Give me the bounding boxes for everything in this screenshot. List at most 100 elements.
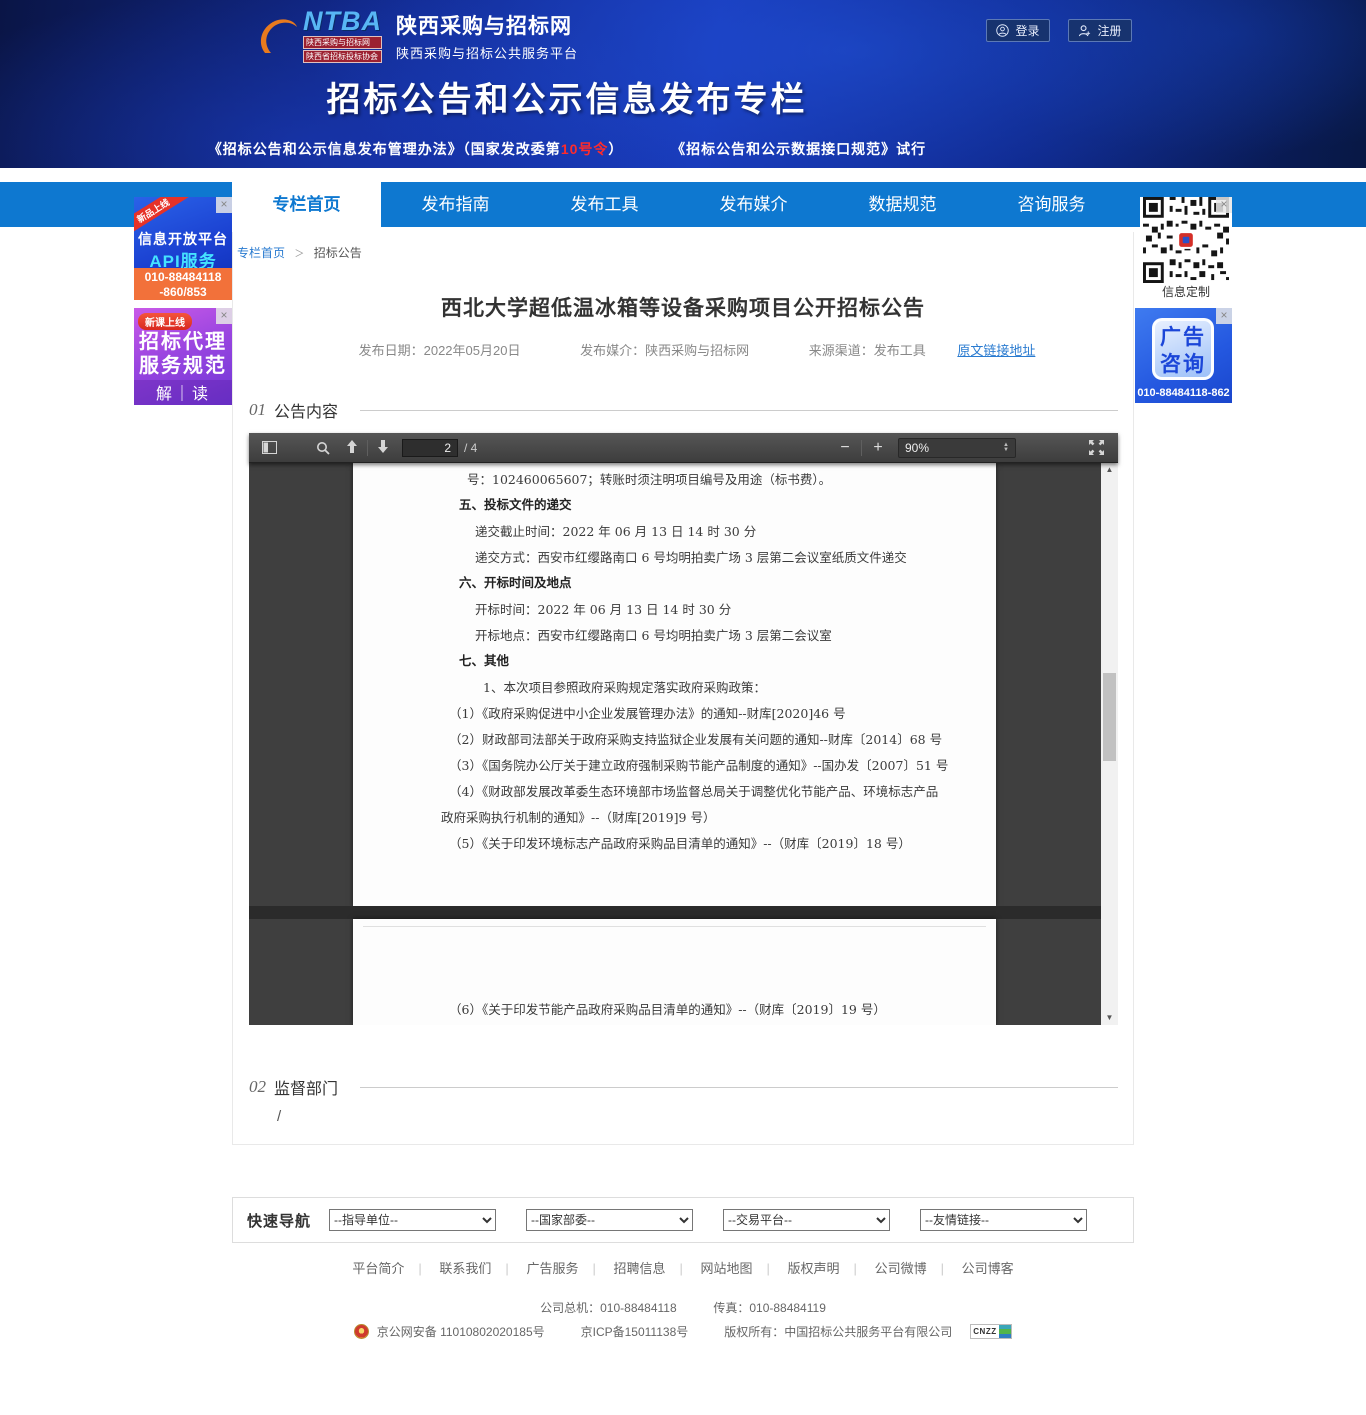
select-caret-icon: ▲▼ <box>1003 443 1009 453</box>
page-down-icon[interactable] <box>372 440 394 456</box>
pdf-page-2: 号：102460065607；转账时须注明项目编号及用途（标书费）。 五、投标文… <box>353 463 996 906</box>
login-button[interactable]: 登录 <box>986 19 1050 42</box>
logo-badges: 陕西采购与招标网 陕西省招标投标协会 <box>303 36 382 63</box>
ad-agency-course[interactable]: × 新课上线 招标代理服务规范 解｜读 <box>134 308 232 405</box>
tab-column-home[interactable]: 专栏首页 <box>232 182 381 232</box>
footer-links: 平台简介 联系我们 广告服务 招聘信息 网站地图 版权声明 公司微博 公司博客 <box>0 1258 1366 1277</box>
section-number: 01 <box>249 400 266 420</box>
page-up-icon[interactable] <box>341 440 363 456</box>
logo-swoosh-icon <box>255 13 301 59</box>
pdf-page-2-text: 号：102460065607；转账时须注明项目编号及用途（标书费）。 五、投标文… <box>353 463 996 854</box>
breadcrumb-home-link[interactable]: 专栏首页 <box>237 246 285 260</box>
section-rule <box>360 1087 1118 1088</box>
site-logo[interactable]: NTBA 陕西采购与招标网 陕西省招标投标协会 陕西采购与招标网 陕西采购与招标… <box>255 8 578 63</box>
pdf-page-3-text: （6）《关于印发节能产品政府采购品目清单的通知》--（财库〔2019〕19 号） <box>353 927 996 1020</box>
footer-link-copyright[interactable]: 版权声明 <box>788 1261 871 1276</box>
footer-link-blog[interactable]: 公司博客 <box>962 1261 1014 1276</box>
section-title: 公告内容 <box>274 398 338 422</box>
notice-regulation-1: 《招标公告和公示信息发布管理办法》（国家发改委第10号令） <box>208 141 624 157</box>
ad-advertising-consult[interactable]: × 广告咨询 010-88484118-862 <box>1135 308 1232 403</box>
select-trading-platforms[interactable]: --交易平台-- <box>723 1209 890 1231</box>
article-meta: 发布日期：2022年05月20日 发布媒介：陕西采购与招标网 来源渠道：发布工具… <box>233 340 1133 359</box>
sidebar-toggle-icon[interactable] <box>257 437 281 459</box>
close-icon[interactable]: × <box>216 197 232 213</box>
footer-link-weibo[interactable]: 公司微博 <box>875 1261 958 1276</box>
footer-copyright-owner: 版权所有：中国招标公共服务平台有限公司 <box>724 1323 952 1340</box>
tab-publish-media[interactable]: 发布媒介 <box>679 182 828 227</box>
tab-data-standards[interactable]: 数据规范 <box>828 182 977 227</box>
site-subtitle: 陕西采购与招标公共服务平台 <box>396 43 578 62</box>
footer-link-contact[interactable]: 联系我们 <box>439 1261 522 1276</box>
notice-highlight: 10号令 <box>561 141 609 157</box>
footer-contact-line: 公司总机：010-88484118 传真：010-88484119 <box>0 1299 1366 1316</box>
meta-publish-media: 发布媒介：陕西采购与招标网 <box>580 343 749 358</box>
search-icon[interactable] <box>311 437 335 459</box>
select-ministries[interactable]: --国家部委-- <box>526 1209 693 1231</box>
quick-nav-label: 快速导航 <box>247 1210 311 1231</box>
breadcrumb-current: 招标公告 <box>314 246 362 260</box>
section-title: 监督部门 <box>274 1075 338 1099</box>
section-announcement-header: 01 公告内容 <box>249 398 1118 422</box>
hero-notices: 《招标公告和公示信息发布管理办法》（国家发改委第10号令） 《招标公告和公示数据… <box>0 139 1134 159</box>
breadcrumb: 专栏首页 ＞ 招标公告 <box>237 244 362 261</box>
zoom-controls: − + 90% ▲▼ <box>833 438 1024 458</box>
toolbar-divider <box>861 440 862 456</box>
ad-course-badge: 新课上线 <box>138 313 192 330</box>
footer-fax: 传真：010-88484119 <box>713 1301 826 1315</box>
pdf-scrollbar[interactable]: ▲ ▼ <box>1101 463 1118 1025</box>
zoom-level-select[interactable]: 90% ▲▼ <box>898 438 1016 458</box>
qr-caption: 信息定制 <box>1140 283 1232 300</box>
meta-publish-date: 发布日期：2022年05月20日 <box>359 343 521 358</box>
toolbar-divider <box>367 440 368 456</box>
fullscreen-icon[interactable] <box>1084 437 1108 459</box>
close-icon[interactable]: × <box>1216 308 1232 324</box>
original-link[interactable]: 原文链接地址 <box>957 343 1035 358</box>
section-number: 02 <box>249 1077 266 1097</box>
register-label: 注册 <box>1097 22 1121 39</box>
zoom-out-icon[interactable]: − <box>833 439 857 457</box>
zoom-in-icon[interactable]: + <box>866 439 890 457</box>
cnzz-counter-badge[interactable]: CNZZ <box>970 1324 1012 1339</box>
tab-publish-tools[interactable]: 发布工具 <box>530 182 679 227</box>
pdf-viewer: / 4 − + 90% ▲▼ <box>249 433 1118 1025</box>
pdf-canvas-area[interactable]: 号：102460065607；转账时须注明项目编号及用途（标书费）。 五、投标文… <box>249 463 1118 1025</box>
site-titles: 陕西采购与招标网 陕西采购与招标公共服务平台 <box>396 10 578 62</box>
ad-api-phone: 010-88484118-860/853 <box>134 268 232 300</box>
section-rule <box>360 410 1118 411</box>
close-icon[interactable]: × <box>1216 197 1232 213</box>
ad-course-footer: 解｜读 <box>134 380 232 405</box>
logo-badge-line1: 陕西采购与招标网 <box>303 36 382 49</box>
scrollbar-thumb[interactable] <box>1103 673 1116 761</box>
select-friend-links[interactable]: --友情链接-- <box>920 1209 1087 1231</box>
scroll-down-icon[interactable]: ▼ <box>1101 1011 1118 1025</box>
page: NTBA 陕西采购与招标网 陕西省招标投标协会 陕西采购与招标网 陕西采购与招标… <box>0 0 1366 1415</box>
login-label: 登录 <box>1015 22 1039 39</box>
ad-course-title: 招标代理服务规范 <box>134 330 232 378</box>
close-icon[interactable]: × <box>216 308 232 324</box>
page-number-input[interactable] <box>402 439 458 457</box>
ad-api-service[interactable]: × 新品上线 信息开放平台 API服务 010-88484118-860/853 <box>134 197 232 300</box>
page-title: 招标公告和公示信息发布专栏 <box>0 72 1134 121</box>
pdf-toolbar: / 4 − + 90% ▲▼ <box>249 433 1118 463</box>
footer-beian: 京公网安备 11010802020185号 <box>377 1323 545 1340</box>
logo-text-block: NTBA 陕西采购与招标网 陕西省招标投标协会 <box>303 8 382 63</box>
section-supervision-header: 02 监督部门 <box>249 1075 1118 1099</box>
main-content: 专栏首页 ＞ 招标公告 西北大学超低温冰箱等设备采购项目公开招标公告 发布日期：… <box>232 232 1134 1145</box>
tab-publish-guide[interactable]: 发布指南 <box>381 182 530 227</box>
ad-qr-code[interactable]: × <box>1140 197 1232 300</box>
ad-api-line1: 信息开放平台 <box>134 229 232 249</box>
footer-link-jobs[interactable]: 招聘信息 <box>613 1261 696 1276</box>
police-badge-icon <box>354 1324 369 1339</box>
footer-link-sitemap[interactable]: 网站地图 <box>701 1261 784 1276</box>
cnzz-stripes <box>999 1325 1012 1338</box>
select-guiding-units[interactable]: --指导单位-- <box>329 1209 496 1231</box>
footer-link-about[interactable]: 平台简介 <box>352 1261 435 1276</box>
register-button[interactable]: 注册 <box>1068 19 1132 42</box>
footer-link-ads[interactable]: 广告服务 <box>526 1261 609 1276</box>
scroll-up-icon[interactable]: ▲ <box>1101 463 1118 477</box>
supervision-content: / <box>277 1108 281 1125</box>
footer-icp[interactable]: 京ICP备15011138号 <box>581 1323 689 1340</box>
logo-badge-line2: 陕西省招标投标协会 <box>303 50 382 63</box>
footer-legal-line: 京公网安备 11010802020185号 京ICP备15011138号 版权所… <box>0 1323 1366 1340</box>
tab-consulting[interactable]: 咨询服务 <box>977 182 1126 227</box>
